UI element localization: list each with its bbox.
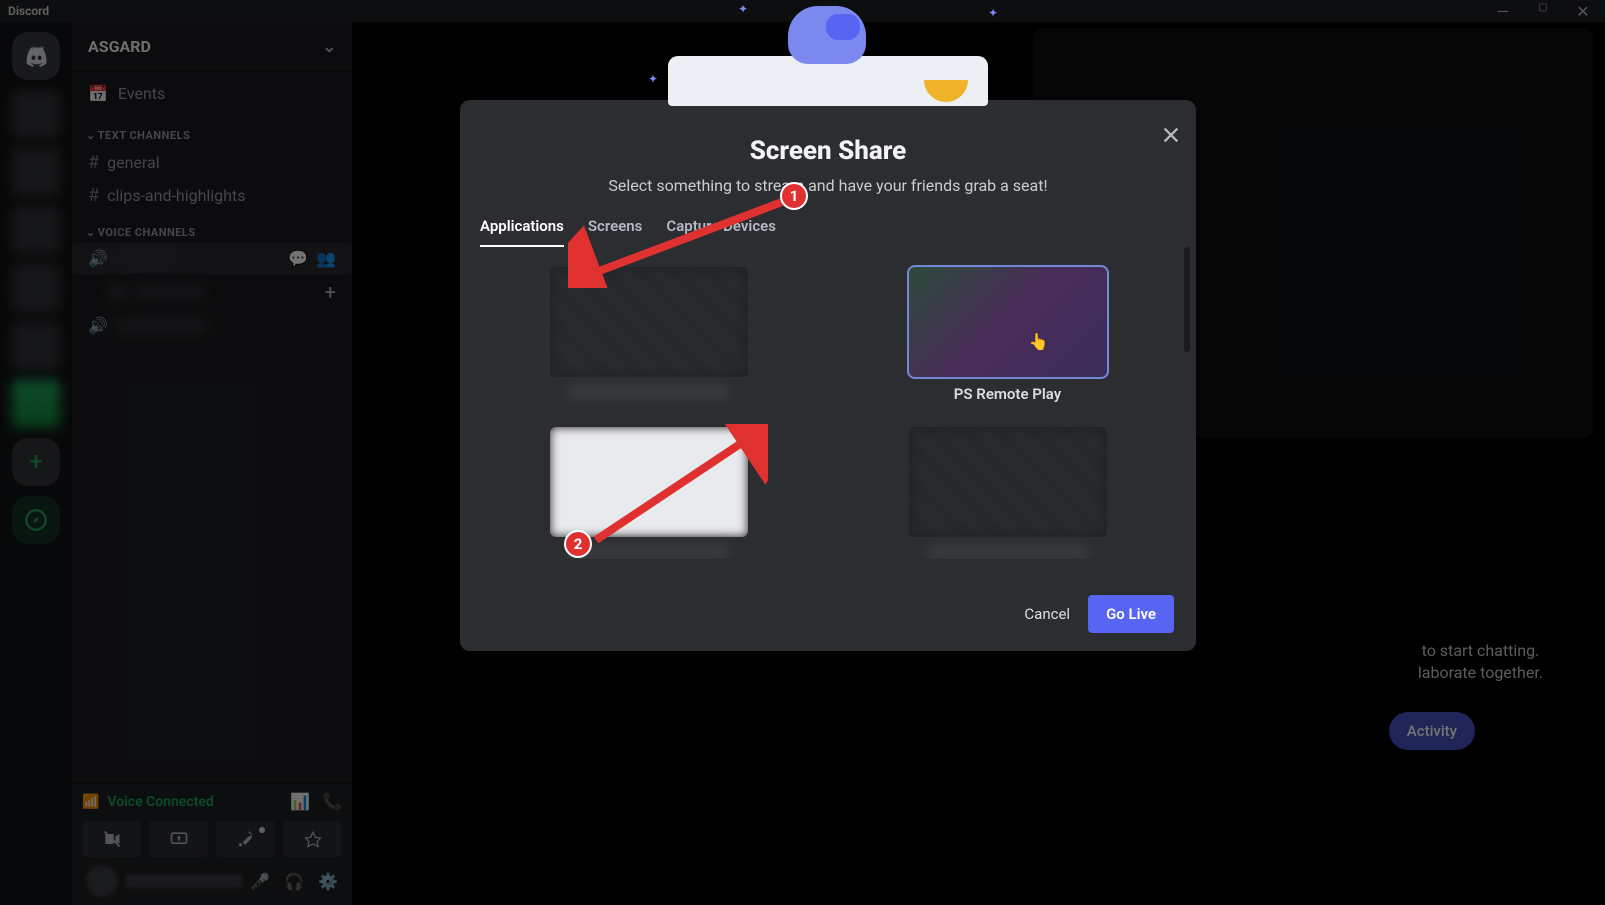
apps-grid: 👆 PS Remote Play [460, 247, 1196, 559]
app-label [928, 545, 1088, 559]
annotation-arrow-1 [568, 198, 794, 288]
app-thumbnail [909, 427, 1107, 537]
app-thumbnail: 👆 [909, 267, 1107, 377]
annotation-badge-1: 1 [780, 182, 808, 210]
annotation-arrow-2 [588, 424, 768, 546]
app-card-ps-remote-play[interactable]: 👆 PS Remote Play [859, 267, 1156, 403]
annotation-badge-2: 2 [564, 530, 592, 558]
close-icon[interactable] [1160, 124, 1182, 150]
modal-footer: Cancel Go Live [460, 577, 1196, 651]
go-live-button[interactable]: Go Live [1088, 595, 1174, 633]
cursor-icon: 👆 [1029, 332, 1049, 351]
modal-subtitle: Select something to stream and have your… [460, 176, 1196, 195]
app-card[interactable] [859, 427, 1156, 559]
tab-applications[interactable]: Applications [480, 217, 564, 247]
app-label [569, 545, 729, 559]
cancel-button[interactable]: Cancel [1024, 605, 1070, 623]
modal-hero-illustration: ✦ ✦ ✦ [668, 42, 988, 106]
scrollbar[interactable] [1184, 247, 1190, 559]
app-label: PS Remote Play [954, 385, 1061, 403]
app-label [569, 385, 729, 399]
modal-title: Screen Share [460, 136, 1196, 166]
screen-share-modal: ✦ ✦ ✦ Screen Share Select something to s… [460, 100, 1196, 651]
